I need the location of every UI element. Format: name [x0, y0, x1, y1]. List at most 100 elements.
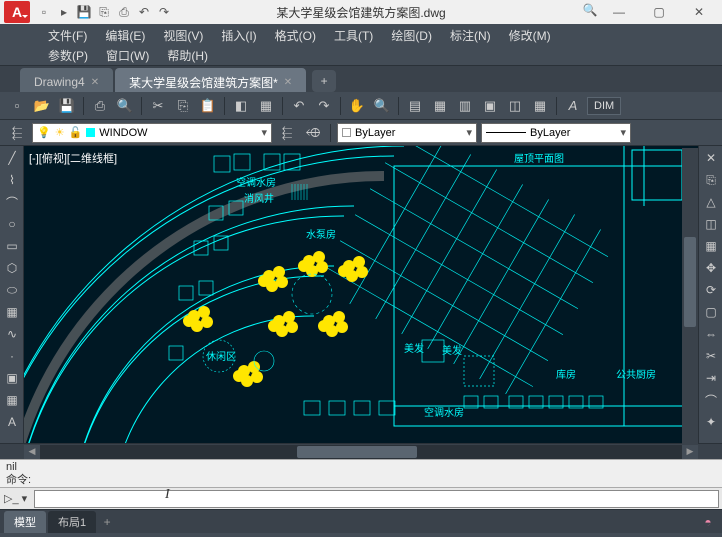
- redo-icon[interactable]: ↷: [313, 95, 335, 117]
- fillet-icon[interactable]: ⌒: [701, 390, 721, 410]
- menu-modify[interactable]: 修改(M): [501, 25, 559, 46]
- scroll-thumb[interactable]: [684, 237, 696, 327]
- preview-icon[interactable]: 🔍: [114, 95, 136, 117]
- qat-undo-icon[interactable]: ↶: [136, 4, 152, 20]
- line-icon[interactable]: ╱: [2, 148, 22, 168]
- app-logo[interactable]: A: [4, 1, 30, 23]
- paste-icon[interactable]: 📋: [197, 95, 219, 117]
- offset-icon[interactable]: ◫: [701, 214, 721, 234]
- mirror-icon[interactable]: △: [701, 192, 721, 212]
- arc-icon[interactable]: ⌒: [2, 192, 22, 212]
- minimize-button[interactable]: —: [600, 2, 638, 22]
- maximize-button[interactable]: ▢: [640, 2, 678, 22]
- lineweight-value: ByLayer: [530, 127, 570, 139]
- move-icon[interactable]: ✥: [701, 258, 721, 278]
- tab-close-icon[interactable]: ✕: [91, 77, 99, 88]
- block-icon[interactable]: ▦: [255, 95, 277, 117]
- polyline-icon[interactable]: ⌇: [2, 170, 22, 190]
- qat-saveas-icon[interactable]: ⎘: [96, 4, 112, 20]
- cut-icon[interactable]: ✂: [147, 95, 169, 117]
- open-icon[interactable]: 📂: [31, 95, 53, 117]
- menu-file[interactable]: 文件(F): [40, 25, 95, 46]
- rotate-icon[interactable]: ⟳: [701, 280, 721, 300]
- extend-icon[interactable]: ⇥: [701, 368, 721, 388]
- qat-new-icon[interactable]: ▫: [36, 4, 52, 20]
- sheet-icon[interactable]: ▣: [479, 95, 501, 117]
- menu-view[interactable]: 视图(V): [155, 25, 211, 46]
- horizontal-scrollbar[interactable]: [40, 445, 682, 459]
- menu-insert[interactable]: 插入(I): [213, 25, 264, 46]
- ellipse-icon[interactable]: ⬭: [2, 280, 22, 300]
- undo-icon[interactable]: ↶: [288, 95, 310, 117]
- doc-tab-drawing4[interactable]: Drawing4 ✕: [20, 68, 113, 92]
- layout1-tab[interactable]: 布局1: [48, 511, 96, 533]
- trim-icon[interactable]: ✂: [701, 346, 721, 366]
- point-icon[interactable]: ·: [2, 346, 22, 366]
- drawing-canvas[interactable]: [-][俯视][二维线框]: [24, 146, 698, 443]
- dim-style-box[interactable]: DIM: [587, 97, 621, 115]
- qat-plot-icon[interactable]: ⎙: [116, 4, 132, 20]
- markup-icon[interactable]: ◫: [504, 95, 526, 117]
- layer-dropdown[interactable]: 💡 ☀ 🔓 WINDOW ▾: [32, 123, 272, 143]
- menu-param[interactable]: 参数(P): [40, 45, 96, 66]
- layer-props-icon[interactable]: ⬱: [6, 122, 28, 144]
- tab-close-icon[interactable]: ✕: [284, 77, 292, 88]
- color-dropdown[interactable]: ByLayer: [337, 123, 477, 143]
- model-tab[interactable]: 模型: [4, 511, 46, 533]
- hatch-icon[interactable]: ▦: [2, 302, 22, 322]
- command-input[interactable]: [35, 491, 718, 507]
- separator: [330, 124, 331, 142]
- polygon-icon[interactable]: ⬡: [2, 258, 22, 278]
- scroll-thumb[interactable]: [297, 446, 417, 458]
- layer-prev-icon[interactable]: ⬲: [302, 122, 324, 144]
- matchprop-icon[interactable]: ◧: [230, 95, 252, 117]
- search-icon[interactable]: 🔍: [582, 2, 598, 18]
- menu-window[interactable]: 窗口(W): [98, 45, 157, 66]
- status-person-icon[interactable]: ◓: [698, 512, 718, 532]
- qat-save-icon[interactable]: 💾: [76, 4, 92, 20]
- qat-redo-icon[interactable]: ↷: [156, 4, 172, 20]
- menu-format[interactable]: 格式(O): [267, 25, 324, 46]
- toolpalette-icon[interactable]: ▥: [454, 95, 476, 117]
- erase-icon[interactable]: ✕: [701, 148, 721, 168]
- viewport-label[interactable]: [-][俯视][二维线框]: [27, 149, 119, 167]
- plot-icon[interactable]: ⎙: [89, 95, 111, 117]
- stretch-icon[interactable]: ⇔: [701, 324, 721, 344]
- menu-edit[interactable]: 编辑(E): [97, 25, 153, 46]
- mtext-icon[interactable]: A: [2, 412, 22, 432]
- save-icon[interactable]: 💾: [56, 95, 78, 117]
- text-icon[interactable]: A: [562, 95, 584, 117]
- block-icon[interactable]: ▣: [2, 368, 22, 388]
- add-layout-button[interactable]: +: [98, 513, 116, 531]
- command-prompt-icon[interactable]: ▷_ ▾: [0, 492, 31, 505]
- menu-tools[interactable]: 工具(T): [326, 25, 381, 46]
- spline-icon[interactable]: ∿: [2, 324, 22, 344]
- rect-icon[interactable]: ▭: [2, 236, 22, 256]
- scroll-right-icon[interactable]: ▶: [682, 445, 698, 459]
- menu-draw[interactable]: 绘图(D): [383, 25, 440, 46]
- new-tab-button[interactable]: +: [312, 70, 336, 92]
- copy-obj-icon[interactable]: ⎘: [701, 170, 721, 190]
- lineweight-dropdown[interactable]: ByLayer: [481, 123, 631, 143]
- zoom-icon[interactable]: 🔍: [371, 95, 393, 117]
- doc-tab-current[interactable]: 某大学星级会馆建筑方案图* ✕: [115, 68, 306, 92]
- qat-open-icon[interactable]: ▸: [56, 4, 72, 20]
- menu-dimension[interactable]: 标注(N): [442, 25, 499, 46]
- layer-states-icon[interactable]: ⬱: [276, 122, 298, 144]
- pan-icon[interactable]: ✋: [346, 95, 368, 117]
- table-icon[interactable]: ▦: [2, 390, 22, 410]
- scroll-left-icon[interactable]: ◀: [24, 445, 40, 459]
- designcenter-icon[interactable]: ▦: [429, 95, 451, 117]
- calc-icon[interactable]: ▦: [529, 95, 551, 117]
- close-button[interactable]: ✕: [680, 2, 718, 22]
- properties-icon[interactable]: ▤: [404, 95, 426, 117]
- vertical-scrollbar[interactable]: [682, 148, 698, 445]
- scale-icon[interactable]: ▢: [701, 302, 721, 322]
- circle-icon[interactable]: ○: [2, 214, 22, 234]
- copy-icon[interactable]: ⎘: [172, 95, 194, 117]
- draw-toolbar: ╱ ⌇ ⌒ ○ ▭ ⬡ ⬭ ▦ ∿ · ▣ ▦ A: [0, 146, 24, 443]
- menu-help[interactable]: 帮助(H): [159, 45, 216, 66]
- array-icon[interactable]: ▦: [701, 236, 721, 256]
- explode-icon[interactable]: ✦: [701, 412, 721, 432]
- new-icon[interactable]: ▫: [6, 95, 28, 117]
